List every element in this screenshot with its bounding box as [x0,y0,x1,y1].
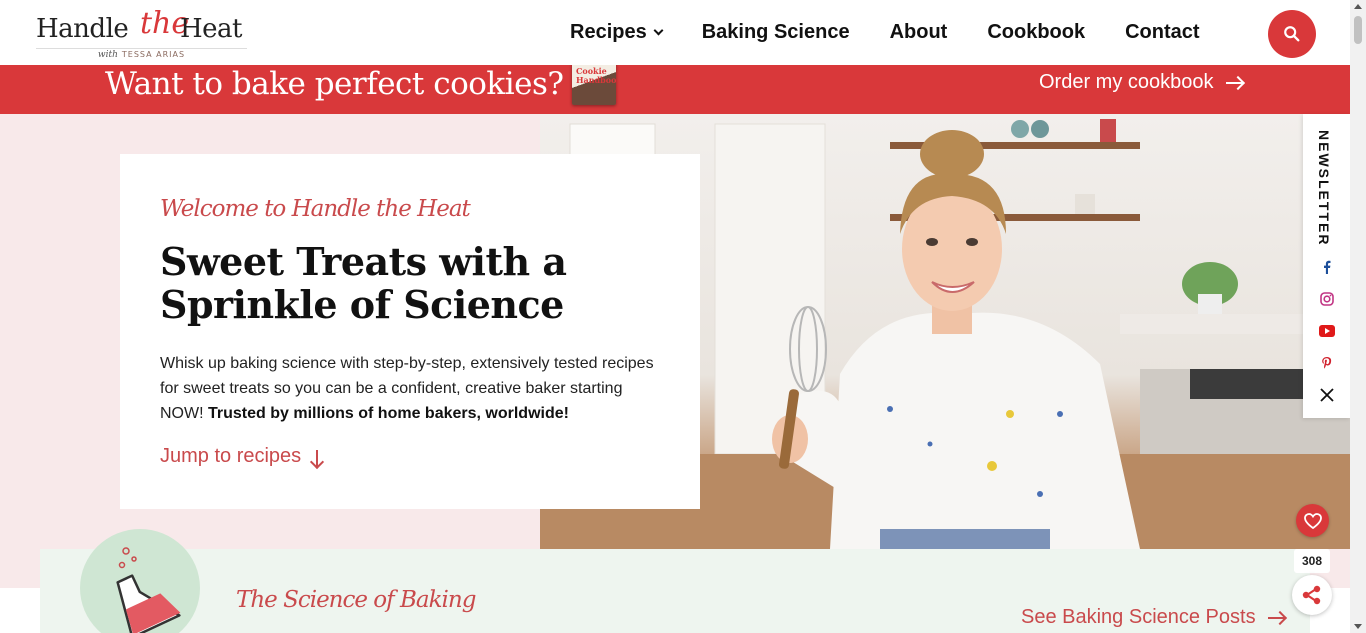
share-icon [1302,585,1321,605]
chevron-down-icon [653,25,664,36]
see-baking-science-link[interactable]: See Baking Science Posts [1021,606,1285,629]
nav-item-about[interactable]: About [890,21,948,44]
arrow-down-icon [316,450,319,467]
science-section: The Science of Baking See Baking Science… [40,529,1310,633]
promo-text: Want to bake perfect cookies? [105,66,564,102]
page-scrollbar[interactable] [1350,0,1366,633]
site-header: Handle the Heat with TESSA ARIAS Recipes … [0,0,1350,65]
facebook-icon[interactable] [1318,258,1336,276]
site-logo[interactable]: Handle the Heat with TESSA ARIAS [36,6,251,60]
order-cookbook-label: Order my cookbook [1039,71,1214,93]
jump-to-recipes-label: Jump to recipes [160,445,302,467]
promo-banner: Want to bake perfect cookies? Cookie Han… [0,61,1350,114]
nav-item-baking-science[interactable]: Baking Science [702,21,850,44]
social-sidebar: NEWSLETTER [1303,114,1350,418]
cookbook-cover-title: Cookie Handbook [576,66,616,85]
scroll-down-arrow[interactable] [1354,624,1362,629]
share-button[interactable] [1292,575,1332,615]
logo-word-handle: Handle [36,14,129,44]
logo-author: TESSA ARIAS [121,50,186,59]
science-title: The Science of Baking [236,587,476,613]
hero-headline: Sweet Treats with a Sprinkle of Science [160,239,567,327]
hero-card: Welcome to Handle the Heat Sweet Treats … [120,154,700,509]
logo-word-heat: Heat [180,14,243,44]
flask-icon [116,547,181,633]
youtube-icon[interactable] [1318,322,1336,340]
nav-label-about: About [889,21,948,43]
search-button[interactable] [1268,10,1316,58]
jump-to-recipes-link[interactable]: Jump to recipes [160,445,319,468]
nav-label-cookbook: Cookbook [987,21,1086,43]
arrow-right-icon [1267,616,1285,619]
order-cookbook-link[interactable]: Order my cookbook [1039,71,1243,94]
hero-intro: Whisk up baking science with step-by-ste… [160,351,660,426]
logo-subtitle: with TESSA ARIAS [36,48,247,60]
nav-item-contact[interactable]: Contact [1125,21,1199,44]
scroll-up-arrow[interactable] [1354,4,1362,9]
welcome-script: Welcome to Handle the Heat [160,196,471,222]
x-icon[interactable] [1318,386,1336,404]
main-nav: Recipes Baking Science About Cookbook Co… [570,21,1240,44]
cookbook-cover-image[interactable]: Cookie Handbook [572,61,616,105]
scrollbar-thumb[interactable] [1354,16,1362,44]
favorite-button[interactable] [1296,504,1329,537]
instagram-icon[interactable] [1318,290,1336,308]
nav-label-contact: Contact [1125,21,1200,43]
pinterest-icon[interactable] [1318,354,1336,372]
nav-label-baking-science: Baking Science [701,21,850,43]
nav-item-cookbook[interactable]: Cookbook [987,21,1085,44]
newsletter-tab[interactable]: NEWSLETTER [1316,130,1332,246]
see-baking-science-label: See Baking Science Posts [1021,606,1256,628]
nav-label-recipes: Recipes [570,21,647,43]
arrow-right-icon [1225,81,1243,84]
logo-with: with [97,50,118,60]
flask-illustration [80,529,200,633]
nav-item-recipes[interactable]: Recipes [570,21,664,44]
hero-intro-bold: Trusted by millions of home bakers, worl… [208,405,569,422]
share-count: 308 [1294,549,1330,573]
heart-icon [1303,512,1322,529]
search-icon [1284,26,1300,42]
